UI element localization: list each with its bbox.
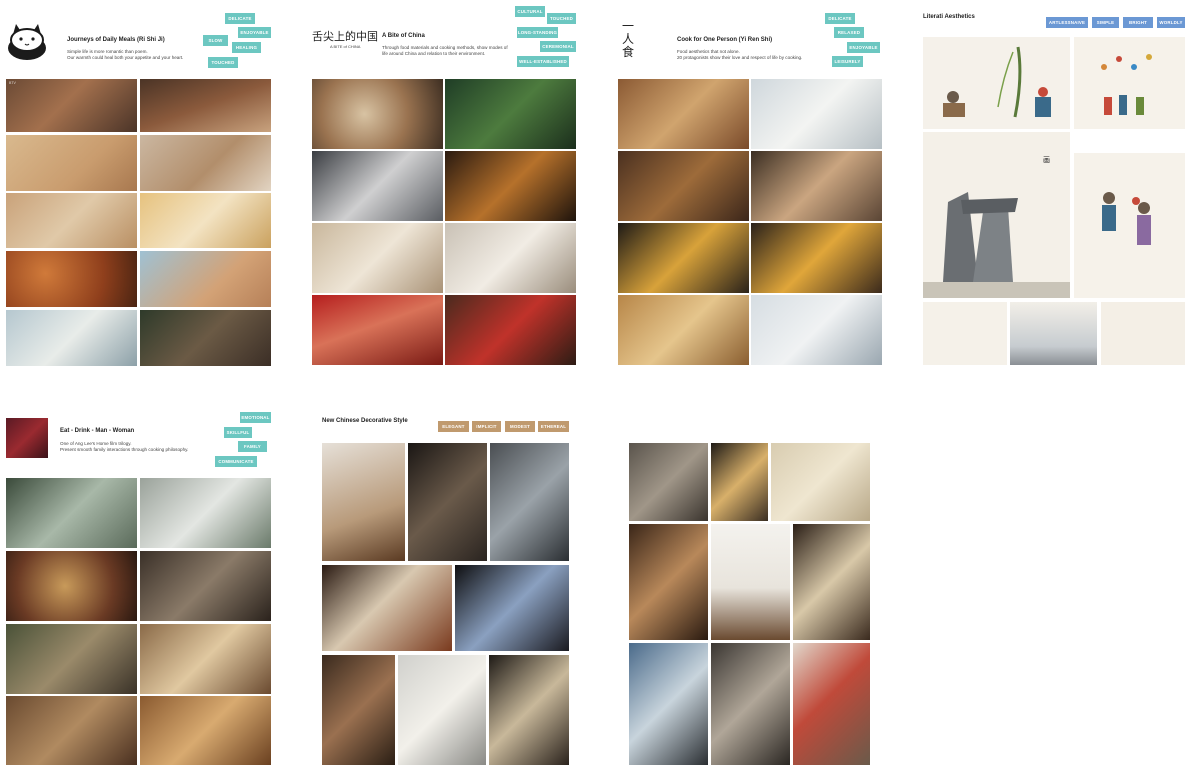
tag-delicate: DELICATE — [225, 13, 255, 24]
table-photo — [618, 79, 749, 149]
food-photo — [618, 223, 749, 293]
food-photo — [6, 251, 137, 307]
yi-ren-shi-logo: 一人食 — [622, 19, 635, 59]
people-photo — [140, 310, 271, 366]
tag-artlessnaive: ARTLESSNAIVE — [1046, 17, 1088, 28]
noodles-photo — [751, 223, 882, 293]
food-photo — [6, 135, 137, 191]
dough-photo — [445, 223, 576, 293]
painting — [1074, 153, 1185, 298]
tag-modest: MODEST — [505, 421, 535, 432]
tag-elegant: ELEGANT — [438, 421, 469, 432]
painting — [1074, 37, 1185, 129]
svg-text:画: 画 — [1043, 156, 1050, 164]
board-description: One of Ang Lee's Home film trilogy. Pres… — [60, 441, 189, 452]
food-photo — [140, 193, 271, 248]
film-still — [6, 624, 137, 694]
interior-photo — [793, 524, 870, 640]
food-photo — [618, 151, 749, 221]
food-photo: BTV — [6, 79, 137, 132]
board-title: Literati Aesthetics — [923, 14, 975, 20]
board-title: New Chinese Decorative Style — [322, 418, 408, 424]
tea-set-photo — [322, 565, 452, 651]
painting: 画 — [923, 132, 1070, 298]
teapots-photo — [312, 151, 443, 221]
film-still — [6, 478, 137, 548]
tag-simple: SIMPLE — [1092, 17, 1119, 28]
film-still — [140, 478, 271, 548]
painting — [923, 302, 1007, 365]
glass-vases-photo — [455, 565, 569, 651]
tag-healing: HEALING — [232, 42, 261, 53]
chili-harvest-photo — [445, 295, 576, 365]
cat-photo — [140, 251, 271, 307]
interior-photo — [711, 443, 768, 521]
painting — [1101, 302, 1185, 365]
interior-photo — [711, 524, 790, 640]
food-photo — [312, 79, 443, 149]
decor-photo — [490, 443, 569, 561]
tag-well-established: WELL-ESTABLISHED — [517, 56, 569, 67]
film-still — [140, 624, 271, 694]
man-eating-photo — [751, 295, 882, 365]
food-photo — [140, 79, 271, 132]
tag-slow: SLOW — [203, 35, 228, 46]
tag-leisurely: LEISURELY — [832, 56, 863, 67]
tag-worldly: WORLDLY — [1157, 17, 1185, 28]
drying-peppers-photo — [312, 295, 443, 365]
tag-long-standing: LONG-STANDING — [517, 27, 558, 38]
board-description: Through food materials and cooking metho… — [382, 45, 508, 56]
film-still — [6, 696, 137, 765]
food-photo — [140, 135, 271, 191]
tag-cultural: CULTURAL — [515, 6, 545, 17]
decor-photo — [489, 655, 569, 765]
decor-photo — [398, 655, 486, 765]
tag-ceremonial: CEREMONIAL — [540, 41, 576, 52]
film-still — [140, 696, 271, 765]
tag-bright: BRIGHT — [1123, 17, 1153, 28]
film-still — [6, 551, 137, 621]
decor-photo — [322, 655, 395, 765]
tag-delicate: DELICATE — [825, 13, 855, 24]
food-photo — [6, 193, 137, 248]
interior-photo — [629, 643, 708, 765]
tag-implicit: IMPLICIT — [472, 421, 501, 432]
food-photo — [618, 295, 749, 365]
interior-photo — [793, 643, 870, 765]
board-description: Simple life is more romantic than poem. … — [67, 49, 184, 60]
board-title: Eat - Drink - Man - Woman — [60, 428, 135, 434]
board-description: Food aesthetics that not alone. 20 prota… — [677, 49, 803, 60]
kitchen-photo — [751, 79, 882, 149]
painting — [1010, 302, 1097, 365]
tag-enjoyable: ENJOYABLE — [238, 27, 271, 38]
cat-logo-icon — [6, 20, 48, 62]
interior-photo — [771, 443, 870, 521]
film-still — [140, 551, 271, 621]
tag-emotional: EMOTIONAL — [240, 412, 271, 423]
interior-photo — [629, 443, 708, 521]
tag-enjoyable: ENJOYABLE — [847, 42, 880, 53]
tag-skillful: SKILLFUL — [224, 427, 252, 438]
painting — [923, 37, 1070, 129]
bite-of-china-logo: 舌尖上的中国 A BITE of CHINA — [312, 30, 378, 49]
tag-communicate: COMMUNICATE — [215, 456, 257, 467]
tag-family: FAMILY — [238, 441, 267, 452]
interior-photo — [711, 643, 790, 765]
cat-window-photo — [6, 310, 137, 366]
dumplings-photo — [312, 223, 443, 293]
decor-photo — [322, 443, 405, 561]
board-title: Journeys of Daily Meals (Ri Shi Ji) — [67, 37, 165, 43]
board-title: Cook for One Person (Yi Ren Shi) — [677, 37, 773, 43]
tag-relaxed: RELAXED — [834, 27, 864, 38]
tag-ethereal: ETHEREAL — [538, 421, 569, 432]
bamboo-photo — [445, 79, 576, 149]
film-poster — [6, 418, 48, 458]
board-title: A Bite of China — [382, 33, 425, 39]
interior-photo — [629, 524, 708, 640]
tag-touched: TOUCHED — [208, 57, 238, 68]
decor-photo — [408, 443, 487, 561]
cook-photo — [751, 151, 882, 221]
night-market-photo — [445, 151, 576, 221]
tag-touched: TOUCHED — [547, 13, 576, 24]
